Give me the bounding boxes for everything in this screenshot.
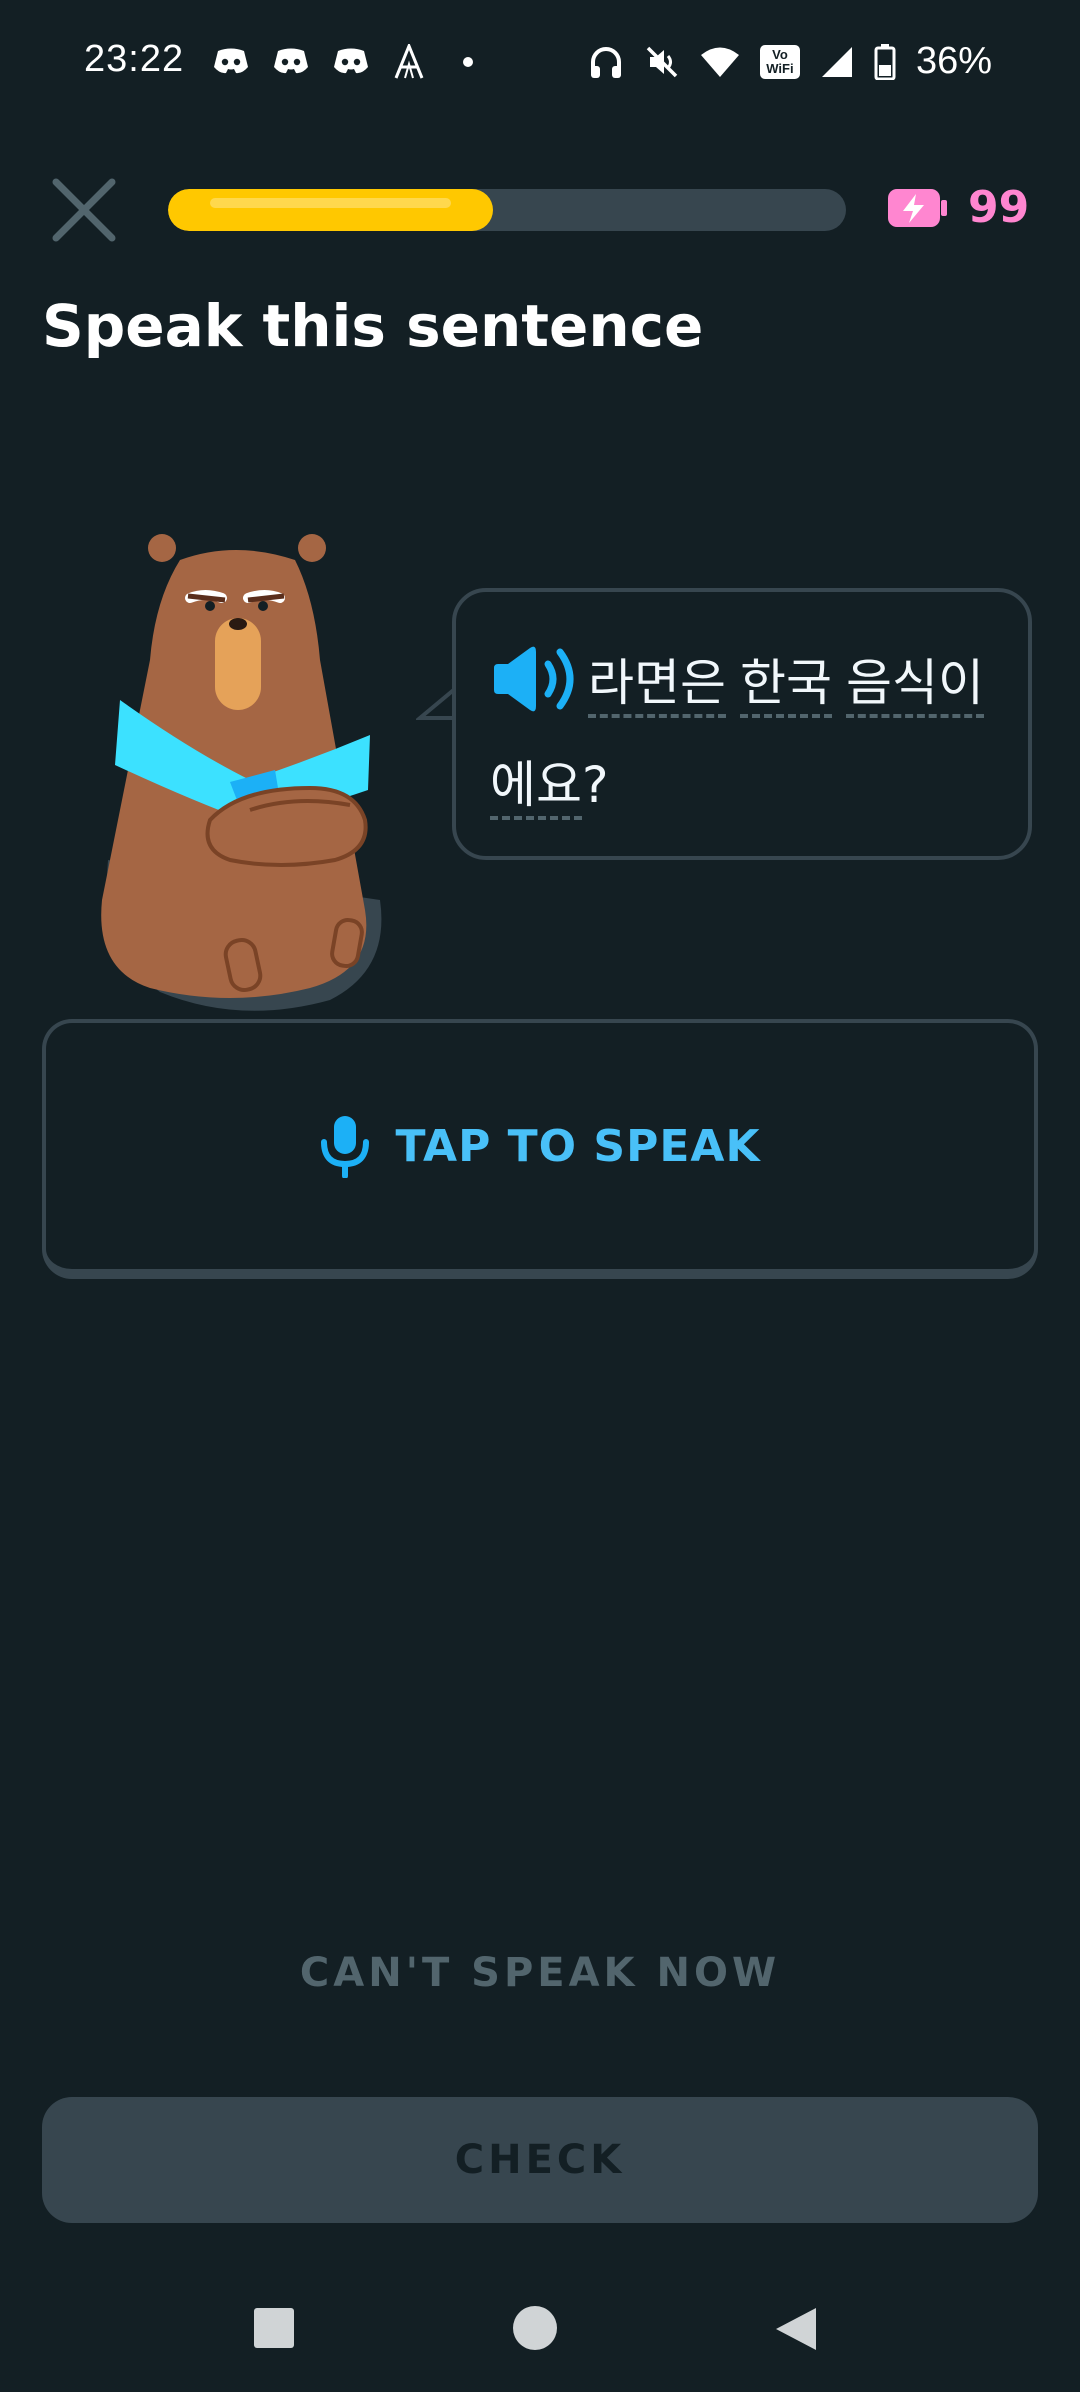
battery-percentage: 36% [915,40,992,82]
lesson-progress-bar [168,189,846,231]
prompt-word[interactable]: 한국 [740,654,832,718]
recents-button[interactable] [254,2308,294,2348]
home-button[interactable] [513,2306,557,2350]
energy-battery-icon [888,188,947,227]
microphone-icon [321,1116,370,1178]
tap-to-speak-button[interactable]: TAP TO SPEAK [42,1019,1038,1279]
vowifi-line2: WiFi [766,60,794,76]
prompt-word[interactable]: 에요 [490,756,582,820]
prompt-punctuation: ? [582,756,609,814]
status-bar: 23:22 Vo WiFi 36% [0,0,1080,128]
notification-icons [212,44,482,80]
tap-to-speak-label: TAP TO SPEAK [395,1120,761,1172]
play-audio-button[interactable] [490,644,580,714]
bear-character-illustration [101,534,382,1011]
headphones-icon [590,46,621,78]
status-time: 23:22 [84,38,185,80]
system-navigation-bar [0,2290,1080,2370]
signal-icon [821,46,852,77]
page-title: Speak this sentence [42,292,704,360]
energy-indicator[interactable]: 99 [886,182,1029,233]
mute-icon [646,46,678,77]
discord-icon [334,48,368,74]
cant-speak-now-button[interactable]: CAN'T SPEAK NOW [0,1950,1080,1996]
vowifi-line1: Vo [772,46,788,62]
battery-icon [874,43,896,80]
wifi-icon [700,47,739,77]
check-label: CHECK [454,2137,626,2183]
energy-count: 99 [968,182,1030,233]
back-button[interactable] [774,2306,818,2352]
system-icons: Vo WiFi 36% [588,40,992,83]
circle-icon [513,2306,557,2350]
vowifi-icon: Vo WiFi [759,44,800,79]
progress-fill [168,189,494,231]
check-button[interactable]: CHECK [42,2097,1038,2223]
back-triangle-icon [776,2308,816,2350]
prompt-sentence: 라면은 한국 음식이에요? [490,632,1010,836]
speech-bubble-tail [416,688,456,720]
prompt-word[interactable]: 라면은 [588,654,726,718]
progress-shine [210,198,452,208]
prompt-word[interactable]: 음식이 [846,654,984,718]
close-button[interactable] [44,170,124,250]
prompt-speech-bubble: 라면은 한국 음식이에요? [452,588,1032,860]
font-icon [394,44,424,79]
dot-icon [463,57,473,67]
discord-icon [214,48,248,74]
discord-icon [274,48,308,74]
close-icon [52,178,116,242]
app-screen: 23:22 Vo WiFi 36% 99 Speak this sentence… [0,0,1080,2392]
speaker-icon [494,646,574,711]
square-icon [254,2308,294,2348]
